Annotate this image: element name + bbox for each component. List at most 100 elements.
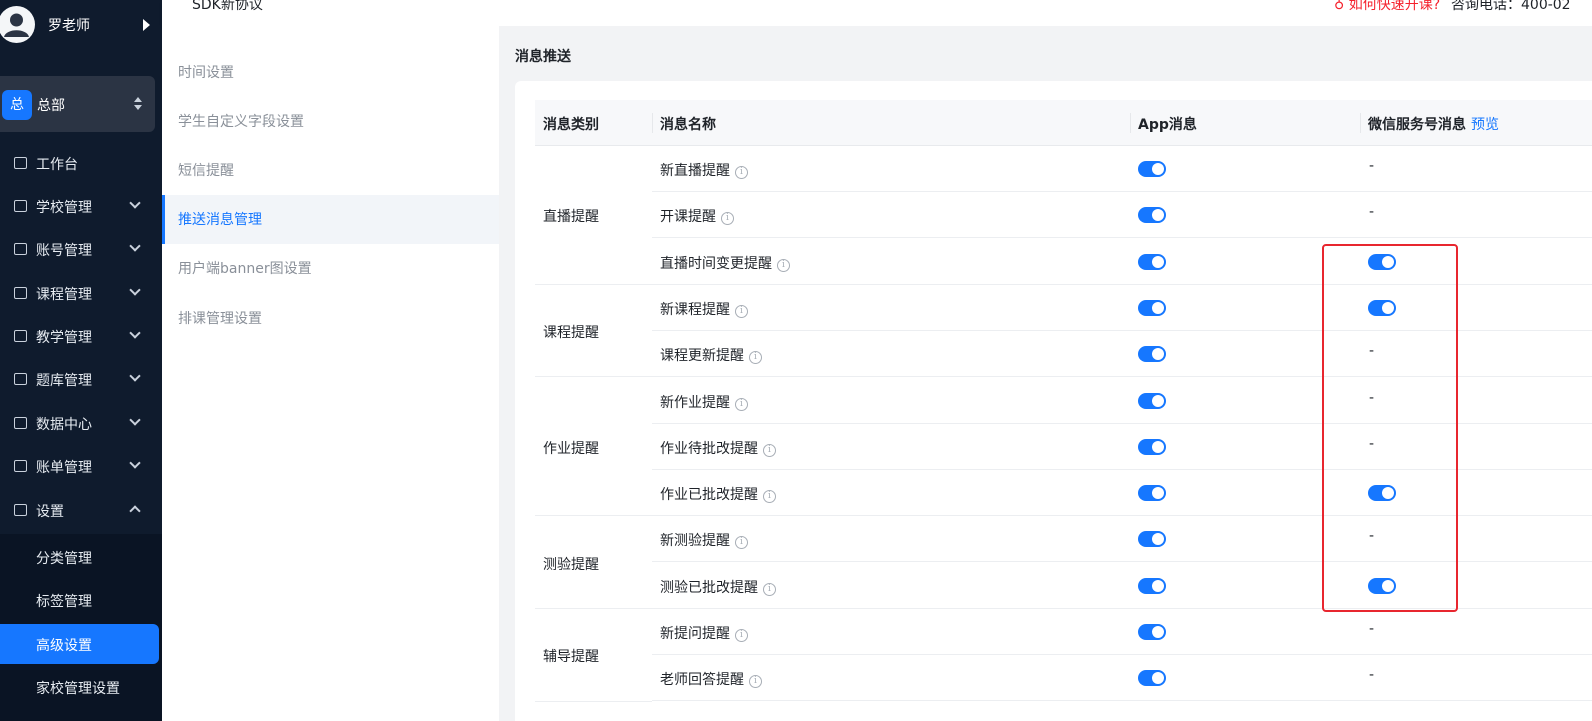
- preview-link[interactable]: 预览: [1471, 114, 1499, 134]
- submenu-item-2[interactable]: 高级设置: [0, 624, 159, 664]
- message-name-cell: 新测验提醒 i: [660, 530, 748, 550]
- info-icon[interactable]: i: [735, 629, 748, 642]
- wechat-unavailable: -: [1369, 158, 1375, 174]
- message-name-cell: 开课提醒 i: [660, 206, 734, 226]
- category-cell: 课程提醒: [535, 285, 652, 378]
- app-push-toggle[interactable]: [1138, 670, 1166, 687]
- avatar: [0, 6, 35, 43]
- expand-arrow-icon[interactable]: [143, 19, 150, 31]
- nav-item-label: 题库管理: [36, 373, 92, 389]
- nav-item-label: 账单管理: [36, 460, 92, 476]
- table-row: 作业待批改提醒 i -: [652, 424, 1592, 470]
- app-push-toggle[interactable]: [1138, 392, 1166, 409]
- settings-menu-item-1[interactable]: 学生自定义字段设置: [162, 97, 499, 146]
- settings-menu-item-2[interactable]: 短信提醒: [162, 146, 499, 195]
- col-divider: [1130, 113, 1131, 133]
- app-push-toggle[interactable]: [1138, 485, 1166, 502]
- user-avatar-icon: [4, 13, 29, 37]
- category-label: 直播提醒: [543, 209, 599, 226]
- settings-menu-item-3[interactable]: 推送消息管理: [162, 195, 499, 244]
- info-icon[interactable]: i: [721, 212, 734, 226]
- message-name-cell: 老师回答提醒 i: [660, 669, 762, 689]
- col-header-category: 消息类别: [543, 117, 599, 133]
- school-icon: [14, 200, 27, 212]
- submenu-item-label: 高级设置: [36, 638, 92, 654]
- message-name: 作业待批改提醒: [660, 440, 758, 457]
- wechat-unavailable: -: [1369, 435, 1375, 452]
- org-switcher[interactable]: 总 总部: [0, 76, 155, 132]
- nav-item-2[interactable]: 账号管理: [0, 229, 162, 269]
- app-push-toggle[interactable]: [1138, 346, 1166, 363]
- submenu-item-0[interactable]: 分类管理: [0, 537, 162, 577]
- app-push-toggle[interactable]: [1138, 207, 1166, 224]
- info-icon[interactable]: i: [735, 397, 748, 411]
- settings-menu-label: 排课管理设置: [178, 311, 262, 327]
- info-icon[interactable]: i: [749, 351, 762, 365]
- table-row: 新直播提醒 i -: [652, 146, 1592, 192]
- info-icon[interactable]: i: [749, 675, 762, 689]
- main-content: 消息推送 消息类别 消息名称 App消息 微信服务号消息 预览 直播提醒 课程提醒…: [499, 26, 1592, 721]
- app-push-toggle[interactable]: [1138, 161, 1166, 177]
- chevron-down-icon: [129, 414, 141, 426]
- nav-item-label: 设置: [36, 504, 64, 520]
- table-row: 测验已批改提醒 i: [652, 563, 1592, 609]
- nav-item-0[interactable]: 工作台: [0, 143, 162, 183]
- message-name: 新测验提醒: [660, 533, 730, 550]
- message-name-cell: 新提问提醒 i: [660, 623, 748, 643]
- course-icon: [14, 287, 27, 299]
- wechat-push-toggle[interactable]: [1368, 577, 1396, 594]
- quick-start-link[interactable]: ♁ 如何快速开课?: [1334, 0, 1440, 14]
- chevron-down-icon: [129, 370, 141, 382]
- info-icon[interactable]: i: [763, 582, 776, 596]
- col-header-app: App消息: [1138, 117, 1197, 133]
- nav-item-1[interactable]: 学校管理: [0, 186, 162, 226]
- table-row: 老师回答提醒 i -: [652, 655, 1592, 702]
- settings-menu-item-5[interactable]: 排课管理设置: [162, 294, 499, 343]
- submenu-item-3[interactable]: 家校管理设置: [0, 667, 162, 707]
- chevron-up-icon: [129, 505, 141, 517]
- nav-item-6[interactable]: 数据中心: [0, 403, 162, 443]
- info-icon[interactable]: i: [777, 258, 790, 272]
- info-icon[interactable]: i: [763, 443, 776, 457]
- settings-menu: 时间设置学生自定义字段设置短信提醒 推送消息管理 用户端banner图设置排课管理设…: [162, 26, 499, 721]
- message-name-cell: 新作业提醒 i: [660, 392, 748, 412]
- col-divider: [652, 113, 653, 133]
- app-push-toggle[interactable]: [1138, 299, 1166, 316]
- table-row: 新作业提醒 i -: [652, 378, 1592, 424]
- category-cell: 辅导提醒: [535, 609, 652, 702]
- nav-item-3[interactable]: 课程管理: [0, 273, 162, 313]
- app-push-toggle[interactable]: [1138, 624, 1166, 640]
- settings-menu-label: 学生自定义字段设置: [178, 114, 304, 130]
- settings-menu-item-0[interactable]: 时间设置: [162, 48, 499, 97]
- app-push-toggle[interactable]: [1138, 253, 1166, 270]
- nav-item-7[interactable]: 账单管理: [0, 446, 162, 486]
- message-name: 直播时间变更提醒: [660, 255, 772, 272]
- wechat-push-toggle[interactable]: [1368, 485, 1396, 502]
- wechat-unavailable: -: [1369, 343, 1375, 360]
- nav-item-label: 账号管理: [36, 243, 92, 259]
- info-icon[interactable]: i: [735, 166, 748, 179]
- settings-submenu: 分类管理标签管理高级设置家校管理设置: [0, 534, 162, 721]
- org-name: 总部: [37, 98, 65, 114]
- table-row: 课程更新提醒 i -: [652, 331, 1592, 378]
- settings-grid-icon: [14, 504, 27, 516]
- info-icon[interactable]: i: [763, 490, 776, 504]
- nav-item-4[interactable]: 教学管理: [0, 316, 162, 356]
- app-push-toggle[interactable]: [1138, 531, 1166, 548]
- wechat-push-toggle[interactable]: [1368, 299, 1396, 316]
- info-icon[interactable]: i: [735, 304, 748, 318]
- top-bar: SDK新协议 ♁ 如何快速开课? 咨询电话：400-02: [162, 0, 1592, 26]
- user-profile[interactable]: 罗老师: [0, 0, 162, 50]
- app-push-toggle[interactable]: [1138, 438, 1166, 455]
- app-push-toggle[interactable]: [1138, 577, 1166, 594]
- wechat-push-toggle[interactable]: [1368, 253, 1396, 270]
- push-settings-card: 消息类别 消息名称 App消息 微信服务号消息 预览 直播提醒 课程提醒 作业提醒测…: [515, 81, 1592, 721]
- submenu-item-label: 标签管理: [36, 594, 92, 610]
- submenu-item-1[interactable]: 标签管理: [0, 580, 162, 620]
- message-name-cell: 新直播提醒 i: [660, 160, 748, 180]
- nav-item-8[interactable]: 设置: [0, 490, 162, 530]
- info-icon[interactable]: i: [735, 536, 748, 550]
- message-name: 课程更新提醒: [660, 348, 744, 365]
- nav-item-5[interactable]: 题库管理: [0, 359, 162, 399]
- settings-menu-item-4[interactable]: 用户端banner图设置: [162, 244, 499, 293]
